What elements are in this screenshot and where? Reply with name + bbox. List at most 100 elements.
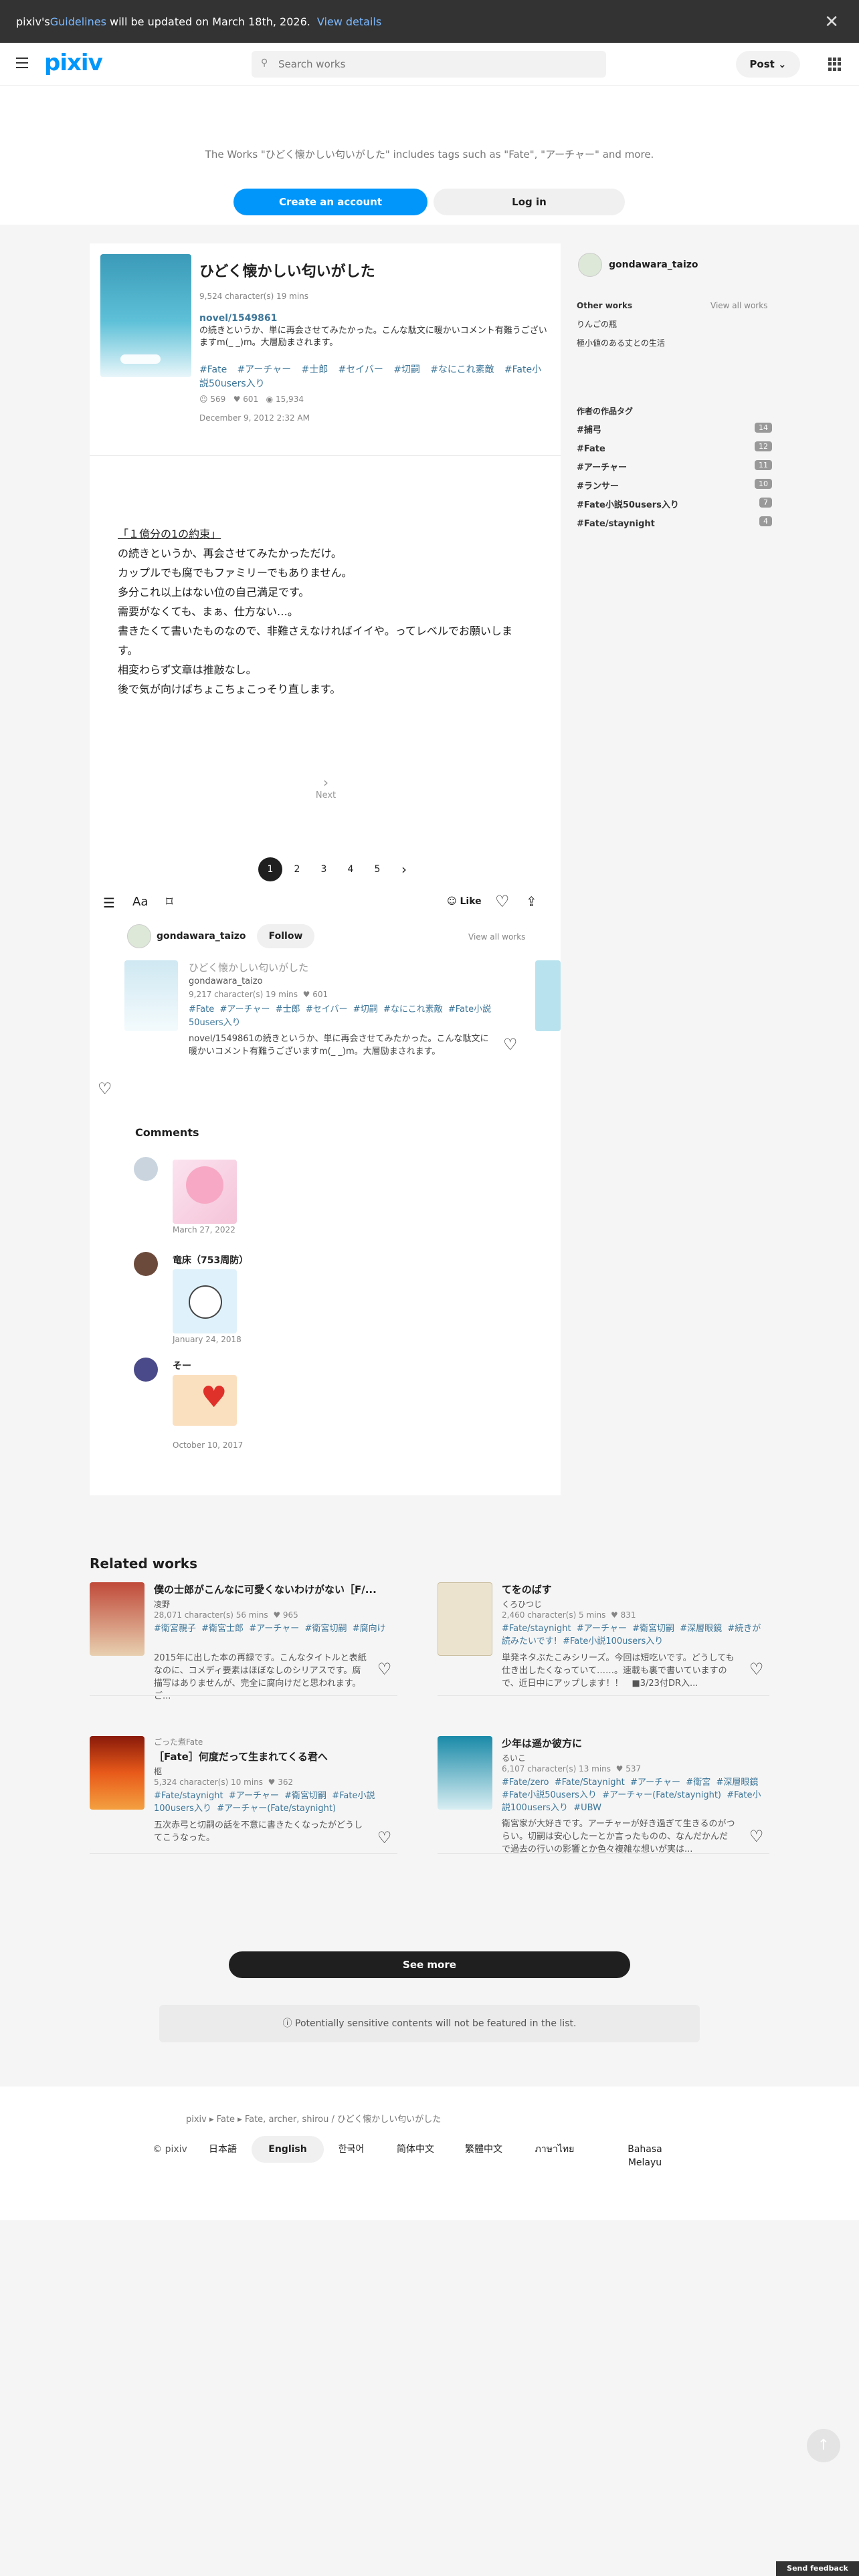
sensitive-notice: ⓘ Potentially sensitive contents will no… (159, 2005, 700, 2042)
tag-link[interactable]: #アーチャー (237, 364, 291, 375)
breadcrumb-item[interactable]: Fate (217, 2115, 235, 2125)
see-more-button[interactable]: See more (229, 1951, 630, 1978)
heart-outline-icon[interactable]: ♡ (749, 1660, 764, 1679)
tag-link[interactable]: #Fate (199, 364, 227, 375)
avatar[interactable] (134, 1358, 158, 1382)
sidebar-tag[interactable]: #アーチャー 11 (577, 460, 772, 473)
heart-outline-icon[interactable]: ♡ (377, 1660, 392, 1679)
login-button[interactable]: Log in (434, 189, 625, 215)
related-work-card[interactable]: ごった煮Fate ［Fate］何度だって生まれてくる君へ 柩 5,324 cha… (90, 1736, 397, 1854)
avatar[interactable] (134, 1157, 158, 1181)
related-thumb[interactable] (90, 1736, 145, 1810)
share-icon[interactable]: ⇪ (526, 893, 537, 909)
tag-link[interactable]: #士郎 (301, 364, 328, 375)
sidebar-tag[interactable]: #Fate/staynight 4 (577, 516, 772, 529)
eye-icon: ◉ (266, 395, 274, 404)
lang-japanese[interactable]: 日本語 (202, 2143, 244, 2156)
lang-malay[interactable]: Bahasa Melayu (618, 2143, 672, 2169)
sidebar-tag[interactable]: #捕弓 14 (577, 423, 772, 435)
heart-icon: ♥ (268, 1778, 276, 1787)
carousel-thumb[interactable] (124, 960, 178, 1031)
create-account-button[interactable]: Create an account (233, 189, 427, 215)
related-title[interactable]: 少年は遥か彼方に (502, 1736, 582, 1750)
bookmark-icon[interactable]: ⌑ (166, 893, 173, 909)
sidebar-tag[interactable]: #Fate 12 (577, 441, 772, 454)
breadcrumb-item[interactable]: pixiv (186, 2115, 207, 2125)
guidelines-link[interactable]: Guidelines (50, 15, 106, 28)
follow-button[interactable]: Follow (257, 924, 314, 948)
page-4[interactable]: 4 (339, 857, 363, 881)
apps-grid-icon[interactable] (828, 58, 842, 71)
related-work-card[interactable]: てをのばす くろひつじ 2,460 character(s) 5 mins ♥ … (438, 1582, 769, 1696)
related-caption: 衛宮家が大好きです。アーチャーが好き過ぎて生きるのがつらい。切嗣は安心したーとか… (502, 1819, 735, 1854)
heart-outline-icon[interactable]: ♡ (503, 1035, 518, 1054)
sidebar-tag[interactable]: #Fate小説50users入り 7 (577, 498, 772, 510)
comment-author[interactable]: そー (173, 1359, 191, 1372)
post-button[interactable]: Post ⌄ (736, 51, 800, 78)
lang-thai[interactable]: ภาษาไทย (534, 2143, 575, 2156)
novel-meta: 9,524 character(s) 19 mins (199, 292, 309, 301)
heart-outline-icon[interactable]: ♡ (377, 1828, 392, 1847)
tag-link[interactable]: #なにこれ素敵 (430, 364, 494, 375)
related-title[interactable]: てをのばす (502, 1582, 552, 1596)
send-feedback-button[interactable]: Send feedback (776, 2561, 859, 2576)
close-icon[interactable]: ✕ (824, 12, 839, 32)
related-thumb[interactable] (90, 1582, 145, 1656)
view-all-works-link[interactable]: View all works (468, 932, 525, 942)
related-title[interactable]: 僕の士郎がこんなに可愛くないわけがない［F/... (154, 1582, 395, 1596)
sidebar-tag[interactable]: #ランサー 10 (577, 479, 772, 492)
menu-icon[interactable] (16, 58, 28, 68)
like-button[interactable]: ☺ Like (447, 896, 482, 907)
pixiv-logo[interactable]: pixiv (44, 49, 103, 76)
post-label: Post (749, 58, 775, 70)
related-thumb[interactable] (438, 1582, 492, 1656)
body-line: の続きというか、再会させてみたかっただけ。 (118, 547, 342, 560)
novel-link[interactable]: novel/1549861 (199, 313, 277, 324)
related-meta: 5,324 character(s) 10 mins ♥ 362 (154, 1778, 293, 1787)
page-5[interactable]: 5 (365, 857, 389, 881)
author-name[interactable]: gondawara_taizo (157, 931, 246, 942)
comment-author[interactable]: 竜床（753周防） (173, 1253, 248, 1267)
font-size-icon[interactable]: Aa (132, 895, 148, 909)
avatar[interactable] (127, 924, 151, 948)
chevron-right-icon[interactable]: › (392, 857, 416, 881)
related-work-card[interactable]: 少年は遥か彼方に るいこ 6,107 character(s) 13 mins … (438, 1736, 769, 1854)
related-thumb[interactable] (438, 1736, 492, 1810)
novel-cover[interactable] (100, 254, 191, 377)
sidebar-work-link[interactable]: 極小値のある丈との生活 (577, 337, 665, 348)
sidebar-tag-count: 4 (759, 516, 772, 526)
next-page-button[interactable]: › Next (302, 774, 349, 800)
page-2[interactable]: 2 (285, 857, 309, 881)
sidebar-tag-name: #ランサー (577, 481, 619, 492)
heart-outline-icon[interactable]: ♡ (495, 892, 510, 911)
tag-link[interactable]: #セイバー (338, 364, 383, 375)
search-input[interactable]: Search works (252, 51, 606, 78)
related-tags: #Fate/staynight #アーチャー #衛宮切嗣 #深層眼鏡 #続きが読… (502, 1624, 761, 1646)
sidebar-work-link[interactable]: りんごの瓶 (577, 318, 617, 330)
related-work-card[interactable]: 僕の士郎がこんなに可愛くないわけがない［F/... 凌野 28,071 char… (90, 1582, 397, 1701)
related-series[interactable]: ごった煮Fate (154, 1736, 203, 1747)
sidebar-view-all-link[interactable]: View all works (710, 301, 767, 310)
tag-link[interactable]: #切嗣 (393, 364, 420, 375)
sidebar-author-name[interactable]: gondawara_taizo (609, 259, 698, 270)
lang-traditional-chinese[interactable]: 繁體中文 (463, 2143, 504, 2156)
heart-outline-icon[interactable]: ♡ (98, 1079, 112, 1098)
page-1[interactable]: 1 (258, 857, 282, 881)
avatar[interactable] (578, 253, 602, 277)
related-meta-text: 28,071 character(s) 56 mins (154, 1610, 268, 1620)
carousel-next-thumb[interactable] (535, 960, 561, 1031)
like-count: 569 (210, 395, 226, 404)
related-title[interactable]: ［Fate］何度だって生まれてくる君へ (154, 1749, 328, 1763)
carousel-title[interactable]: ひどく懐かしい匂いがした (189, 960, 308, 974)
lang-korean[interactable]: 한국어 (330, 2143, 372, 2156)
avatar[interactable] (134, 1252, 158, 1276)
related-meta-text: 6,107 character(s) 13 mins (502, 1764, 611, 1774)
list-icon[interactable]: ☰ (103, 895, 115, 911)
scroll-top-icon[interactable]: ↑ (807, 2429, 840, 2462)
lang-simplified-chinese[interactable]: 简体中文 (395, 2143, 436, 2156)
view-details-link[interactable]: View details (317, 15, 381, 28)
related-hearts: 831 (620, 1610, 636, 1620)
page-3[interactable]: 3 (312, 857, 336, 881)
heart-outline-icon[interactable]: ♡ (749, 1827, 764, 1846)
lang-english[interactable]: English (252, 2136, 324, 2163)
